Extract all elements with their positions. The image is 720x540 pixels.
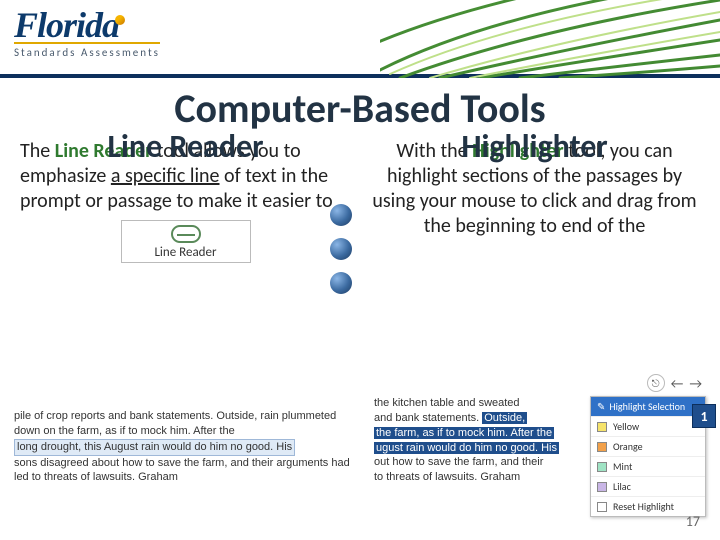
column-highlighter: Highlighter With the Highlighter tool, y…	[369, 131, 700, 263]
highlight-option-lilac[interactable]: Lilac	[591, 476, 705, 496]
highlight-menu-header[interactable]: ✎ Highlight Selection	[591, 397, 705, 416]
highlight-selection: Outside,	[482, 412, 527, 424]
swatch-icon	[597, 462, 607, 472]
highlight-option-mint[interactable]: Mint	[591, 456, 705, 476]
slide-header: Florida Standards Assessments	[0, 0, 720, 78]
highlighter-icon: ✎	[597, 400, 605, 413]
slide-title-bar: Computer-Based Tools	[0, 84, 720, 133]
highlight-selection: ugust rain would do him no good. His	[374, 442, 559, 454]
passage-sample: pile of crop reports and bank statements…	[14, 409, 354, 485]
highlight-option-orange[interactable]: Orange	[591, 436, 705, 456]
brand-name: Florida	[14, 4, 160, 46]
escape-icon[interactable]: ⎋	[647, 374, 665, 392]
swatch-icon	[597, 482, 607, 492]
slide-title: Computer-Based Tools	[0, 84, 720, 133]
page-number: 17	[686, 513, 700, 530]
bullet-icon	[330, 238, 352, 260]
step-badge: 1	[692, 404, 716, 428]
arrow-left-icon[interactable]: ←	[671, 375, 684, 392]
highlighter-toolbar: ⎋ ← →	[374, 374, 706, 392]
line-reader-highlighted-line: long drought, this August rain would do …	[14, 439, 295, 456]
line-reader-icon	[171, 225, 201, 243]
highlight-context-menu[interactable]: ✎ Highlight Selection Yellow Orange Mint…	[590, 396, 706, 517]
highlight-option-yellow[interactable]: Yellow	[591, 416, 705, 436]
line-reader-button-label: Line Reader	[124, 245, 248, 260]
highlight-selection: the farm, as if to mock him. After the	[374, 427, 554, 439]
column-line-reader: Line Reader The Line Reader tool allows …	[20, 131, 351, 263]
swatch-icon	[597, 442, 607, 452]
line-reader-heading: Line Reader	[20, 131, 351, 163]
swatch-icon	[597, 422, 607, 432]
bullet-icon	[330, 272, 352, 294]
highlighter-demo: ⎋ ← → the kitchen table and sweated and …	[374, 374, 706, 485]
swatch-icon	[597, 502, 607, 512]
line-reader-button-demo: Line Reader	[121, 220, 251, 263]
decorative-bullets	[330, 204, 352, 294]
highlighter-heading: Highlighter	[369, 131, 700, 163]
arrow-right-icon[interactable]: →	[689, 375, 702, 392]
sun-icon	[115, 15, 125, 25]
line-reader-underline: a specific line	[111, 164, 220, 188]
palm-decoration	[380, 0, 720, 78]
brand-logo: Florida Standards Assessments	[14, 4, 160, 59]
